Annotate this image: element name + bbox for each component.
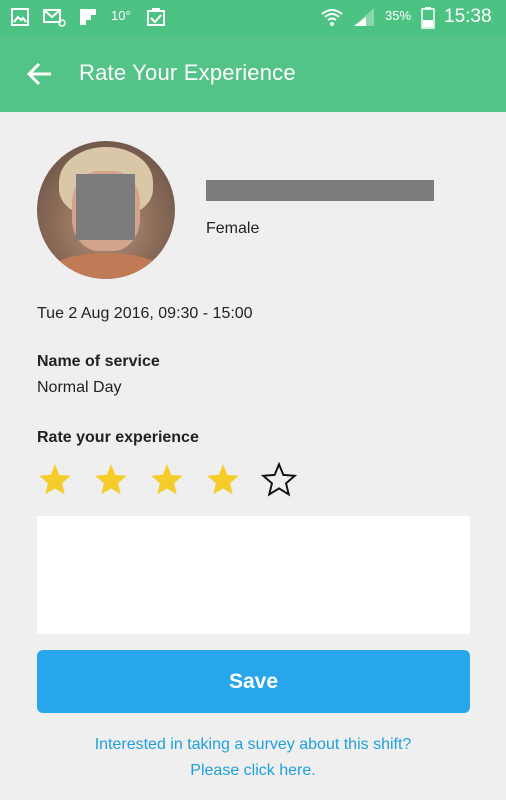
wifi-icon [321,9,343,26]
service-label: Name of service [37,353,160,370]
rating-label: Rate your experience [37,429,199,446]
clipboard-check-icon [147,8,165,26]
face-redaction [76,174,135,240]
survey-link-line1[interactable]: Interested in taking a survey about this… [0,732,506,758]
survey-link[interactable]: Interested in taking a survey about this… [0,732,506,784]
star-5-icon[interactable] [261,462,297,498]
name-redaction [206,180,434,201]
battery-icon [421,7,435,29]
image-icon [11,8,29,26]
signal-icon [354,8,374,26]
shift-datetime: Tue 2 Aug 2016, 09:30 - 15:00 [37,305,253,322]
app-bar: Rate Your Experience [0,36,506,112]
clock: 15:38 [444,6,492,27]
gender-text: Female [206,220,260,237]
star-3-icon[interactable] [149,462,185,498]
service-value: Normal Day [37,379,122,396]
star-1-icon[interactable] [37,462,73,498]
battery-percent: 35% [385,8,412,23]
flipboard-icon [80,9,96,25]
save-button[interactable]: Save [37,650,470,713]
star-4-icon[interactable] [205,462,241,498]
status-bar: 10° 35% 15:38 [0,0,506,36]
email-icon [43,9,66,27]
temperature-text: 10° [111,8,131,23]
star-rating [37,462,317,506]
arrow-left-icon[interactable] [26,60,54,88]
comment-field[interactable] [37,516,470,634]
survey-link-line2[interactable]: Please click here. [0,758,506,784]
page-title: Rate Your Experience [79,60,296,85]
star-2-icon[interactable] [93,462,129,498]
avatar [37,141,175,279]
